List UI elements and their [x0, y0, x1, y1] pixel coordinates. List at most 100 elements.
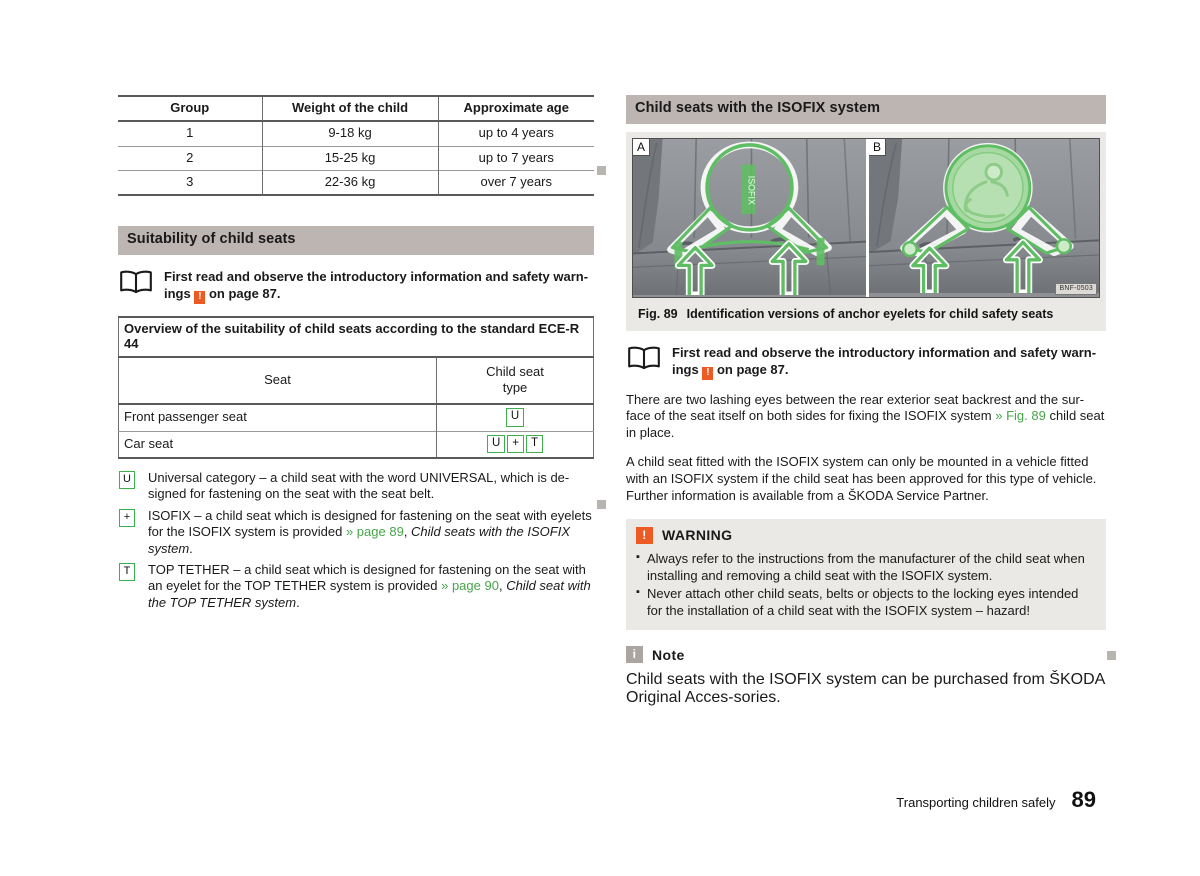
seat-type-definitions: U Universal category – a child seat with…	[118, 470, 594, 611]
definition-text: Universal category – a child seat with t…	[148, 470, 594, 503]
table-row: 1 9-18 kg up to 4 years	[118, 121, 594, 146]
badge-isofix: +	[119, 508, 135, 527]
read-first-line2-pre: ings	[164, 285, 191, 301]
table-header-row: Group Weight of the child Approximate ag…	[118, 96, 594, 123]
read-first-block-right: First read and observe the introductory …	[626, 344, 1106, 380]
cell-age: over 7 years	[437, 169, 594, 195]
suit-header-seat: Seat	[118, 357, 437, 405]
margin-marker	[1107, 651, 1116, 660]
table-row: Car seat U + T	[118, 430, 594, 458]
figure-image: ISOFIX A B BNF-0503	[632, 137, 1100, 298]
table-row: 3 22-36 kg over 7 years	[118, 169, 594, 195]
warning-icon: !	[636, 526, 653, 544]
definition-seg: ,	[403, 524, 412, 540]
footer-page-number: 89	[1071, 787, 1096, 812]
margin-marker	[597, 166, 606, 175]
cell-weight: 15-25 kg	[261, 145, 439, 171]
cell-age: up to 4 years	[437, 121, 594, 146]
warning-glyph-icon: !	[702, 366, 714, 380]
note-header: i Note	[626, 646, 1106, 664]
read-first-line1: First read and observe the introductory …	[672, 344, 1097, 360]
rear-seat-illustration-b	[869, 138, 1099, 293]
footer-chapter-title: Transporting children safely	[896, 795, 1056, 810]
definition-key: +	[118, 508, 148, 527]
cell-seat-name: Front passenger seat	[118, 404, 437, 431]
cell-seat-types: U + T	[436, 430, 594, 458]
figure-caption: Fig. 89 Identification versions of anchor…	[632, 298, 1100, 327]
definition-seg: .	[296, 594, 300, 610]
badge-universal: U	[119, 471, 135, 489]
paragraph-lashing-eyes: There are two lashing eyes between the r…	[626, 392, 1106, 443]
note-title: Note	[652, 646, 685, 663]
page-reference-link[interactable]: » page 89	[346, 524, 404, 539]
read-first-text-right: First read and observe the introductory …	[672, 344, 1106, 380]
warning-header: ! WARNING	[636, 526, 1096, 544]
warning-glyph-icon: !	[194, 290, 206, 304]
cell-group: 3	[118, 169, 263, 195]
cell-group: 2	[118, 145, 263, 171]
page-footer: Transporting children safely 89	[896, 787, 1096, 813]
figure-variant-b: B BNF-0503	[866, 138, 1099, 297]
read-first-line1: First read and observe the introductory …	[164, 268, 589, 284]
read-first-block-left: First read and observe the introductory …	[118, 268, 594, 304]
definition-seg: .	[189, 540, 193, 556]
rear-seat-illustration-a: ISOFIX	[633, 138, 866, 295]
warning-panel: ! WARNING Always refer to the instructio…	[626, 518, 1106, 631]
read-first-line2-post: on page 87.	[716, 361, 789, 377]
definition-text: TOP TETHER – a child seat which is desig…	[148, 562, 594, 611]
read-first-line2-pre: ings	[672, 361, 699, 377]
left-column: Group Weight of the child Approximate ag…	[118, 95, 594, 616]
header-age: Approximate age	[437, 96, 594, 123]
header-group: Group	[118, 96, 263, 123]
cell-weight: 22-36 kg	[261, 169, 439, 195]
table-row: Front passenger seat U	[118, 404, 594, 431]
open-book-icon	[626, 344, 664, 375]
badge-top-tether: T	[526, 434, 544, 453]
cell-seat-name: Car seat	[118, 430, 437, 458]
suit-header-row: Seat Child seat type	[118, 357, 594, 405]
badge-universal: U	[486, 434, 506, 453]
info-icon: i	[626, 646, 643, 664]
list-item: Always refer to the instructions from th…	[636, 550, 1096, 585]
definition-key: T	[118, 562, 148, 581]
definition-seg: Universal category – a child seat with t…	[148, 470, 570, 502]
definition-universal: U Universal category – a child seat with…	[118, 470, 594, 503]
list-item: Never attach other child seats, belts or…	[636, 585, 1096, 620]
note-text: Child seats with the ISOFIX system can b…	[626, 671, 1105, 707]
definition-key: U	[118, 470, 148, 489]
figure-reference-link[interactable]: » Fig. 89	[995, 408, 1046, 423]
paragraph-approval: A child seat fitted with the ISOFIX syst…	[626, 454, 1097, 504]
figure-block: ISOFIX A B BNF-0503 Fig. 89 Identificati…	[626, 131, 1106, 331]
open-book-icon	[118, 268, 156, 299]
header-weight: Weight of the child	[261, 96, 439, 123]
figure-label-a: A	[633, 138, 650, 156]
page-reference-link[interactable]: » page 90	[441, 578, 499, 593]
warning-title: WARNING	[662, 527, 733, 544]
suit-header-line2: type	[502, 380, 528, 396]
cell-seat-types: U	[437, 404, 594, 431]
manual-page: Group Weight of the child Approximate ag…	[0, 0, 1200, 876]
figure-caption-number: Fig. 89	[638, 306, 678, 321]
cell-group: 1	[118, 121, 263, 146]
read-first-text-left: First read and observe the introductory …	[164, 268, 594, 304]
note-block: i Note Child seats with the ISOFIX syste…	[626, 646, 1106, 707]
cell-weight: 9-18 kg	[261, 121, 439, 146]
figure-label-b: B	[869, 138, 886, 156]
figure-caption-text: Identification versions of anchor eyelet…	[686, 306, 1054, 321]
warning-list: Always refer to the instructions from th…	[636, 550, 1096, 620]
definition-isofix: + ISOFIX – a child seat which is designe…	[118, 508, 594, 557]
definition-top-tether: T TOP TETHER – a child seat which is des…	[118, 562, 594, 611]
definition-text: ISOFIX – a child seat which is designed …	[148, 508, 594, 557]
cell-age: up to 7 years	[437, 145, 594, 171]
child-seat-group-table: Group Weight of the child Approximate ag…	[118, 95, 594, 196]
figure-variant-a: ISOFIX A	[633, 138, 866, 297]
suitability-overview-table: Overview of the suitability of child sea…	[118, 315, 594, 459]
section-heading-isofix: Child seats with the ISOFIX system	[626, 95, 1106, 124]
badge-universal: U	[505, 408, 525, 427]
suit-header-child-seat-type: Child seat type	[436, 357, 594, 405]
read-first-line2-post: on page 87.	[208, 285, 281, 301]
suit-header-line1: Child seat	[486, 364, 544, 380]
badge-isofix: +	[507, 434, 524, 453]
figure-code: BNF-0503	[1055, 282, 1097, 295]
table-row: 2 15-25 kg up to 7 years	[118, 145, 594, 171]
